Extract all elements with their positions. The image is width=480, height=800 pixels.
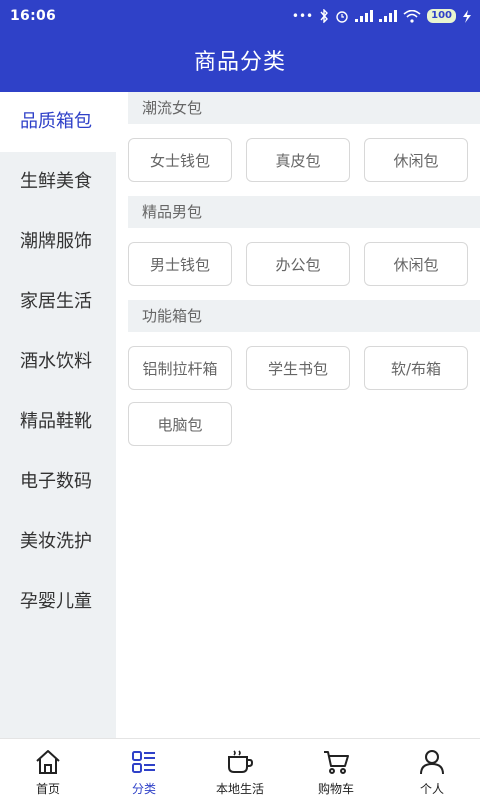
- tag-button[interactable]: 休闲包: [364, 242, 468, 286]
- coffee-cup-icon: [228, 750, 254, 773]
- tag-list: 女士钱包 真皮包 休闲包: [116, 124, 480, 196]
- charging-icon: [463, 9, 471, 23]
- cart-icon: [324, 751, 349, 774]
- tab-profile[interactable]: 个人: [384, 739, 480, 800]
- tag-button[interactable]: 真皮包: [246, 138, 350, 182]
- signal-icon: [355, 10, 374, 22]
- tag-list: 男士钱包 办公包 休闲包: [116, 228, 480, 300]
- category-sidebar: 品质箱包 生鲜美食 潮牌服饰 家居生活 酒水饮料 精品鞋靴 电子数码 美妆洗护 …: [0, 92, 116, 738]
- tab-category[interactable]: 分类: [96, 739, 192, 800]
- tag-list: 铝制拉杆箱 学生书包 软/布箱 电脑包: [116, 332, 480, 460]
- status-icons: ••• 100: [292, 9, 472, 23]
- bluetooth-icon: [320, 9, 329, 23]
- signal-icon-2: [379, 10, 398, 22]
- section-title: 功能箱包: [128, 300, 480, 332]
- sidebar-item-drinks[interactable]: 酒水饮料: [0, 332, 116, 392]
- status-time: 16:06: [10, 8, 57, 24]
- tab-local-life[interactable]: 本地生活: [192, 739, 288, 800]
- more-dots-icon: •••: [291, 9, 314, 23]
- tag-button[interactable]: 铝制拉杆箱: [128, 346, 232, 390]
- tag-button[interactable]: 休闲包: [364, 138, 468, 182]
- tab-label: 首页: [35, 782, 60, 796]
- category-icon: [132, 751, 155, 773]
- section-functional-bags: 功能箱包 铝制拉杆箱 学生书包 软/布箱 电脑包: [116, 300, 480, 460]
- sidebar-item-beauty[interactable]: 美妆洗护: [0, 512, 116, 572]
- bottom-tab-bar: 首页 分类 本地生活 购物车 个人: [0, 738, 480, 800]
- sidebar-item-shoes[interactable]: 精品鞋靴: [0, 392, 116, 452]
- tab-label: 分类: [131, 782, 156, 796]
- tab-label: 个人: [419, 782, 444, 796]
- page-title: 商品分类: [193, 50, 286, 75]
- tag-button[interactable]: 女士钱包: [128, 138, 232, 182]
- wifi-icon: [403, 9, 421, 23]
- section-womens-bags: 潮流女包 女士钱包 真皮包 休闲包: [116, 92, 480, 196]
- tag-button[interactable]: 学生书包: [246, 346, 350, 390]
- sidebar-item-bags[interactable]: 品质箱包: [0, 92, 116, 152]
- app-header: 16:06 ••• 100 商品分类: [0, 0, 480, 92]
- status-bar: 16:06 ••• 100: [0, 0, 480, 32]
- section-mens-bags: 精品男包 男士钱包 办公包 休闲包: [116, 196, 480, 300]
- sidebar-item-home-living[interactable]: 家居生活: [0, 272, 116, 332]
- section-title: 精品男包: [128, 196, 480, 228]
- sidebar-item-baby-kids[interactable]: 孕婴儿童: [0, 572, 116, 632]
- tag-button[interactable]: 男士钱包: [128, 242, 232, 286]
- tag-button[interactable]: 软/布箱: [364, 346, 468, 390]
- sidebar-item-fresh-food[interactable]: 生鲜美食: [0, 152, 116, 212]
- tab-cart[interactable]: 购物车: [288, 739, 384, 800]
- sidebar-item-electronics[interactable]: 电子数码: [0, 452, 116, 512]
- battery-icon: 100: [427, 9, 456, 23]
- category-content: 潮流女包 女士钱包 真皮包 休闲包 精品男包 男士钱包 办公包 休闲包 功能箱包…: [116, 92, 480, 738]
- tag-button[interactable]: 电脑包: [128, 402, 232, 446]
- section-title: 潮流女包: [128, 92, 480, 124]
- tab-home[interactable]: 首页: [0, 739, 96, 800]
- tab-label: 本地生活: [215, 782, 264, 796]
- home-icon: [36, 750, 60, 774]
- alarm-icon: [336, 11, 348, 23]
- tab-label: 购物车: [317, 782, 354, 796]
- tag-button[interactable]: 办公包: [246, 242, 350, 286]
- user-icon: [420, 750, 444, 775]
- sidebar-item-fashion[interactable]: 潮牌服饰: [0, 212, 116, 272]
